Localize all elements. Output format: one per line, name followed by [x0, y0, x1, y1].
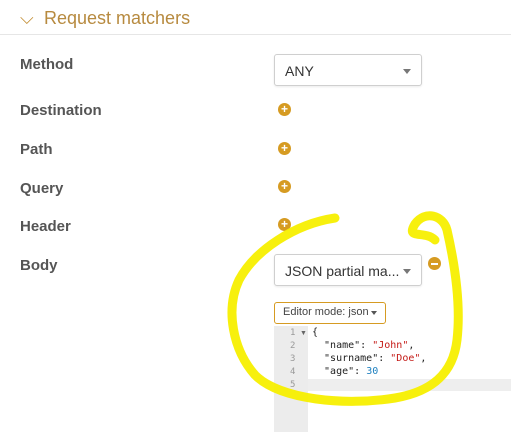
section-title[interactable]: Request matchers: [44, 8, 190, 29]
chevron-down-icon: [403, 269, 411, 274]
code-string: "Doe": [390, 353, 421, 364]
code-string: "John": [372, 340, 409, 351]
editor-horizontal-scrollbar[interactable]: [308, 379, 511, 391]
body-label: Body: [20, 257, 58, 274]
line-number: 3: [290, 354, 296, 364]
code-text: "name":: [312, 340, 373, 351]
destination-label: Destination: [20, 102, 102, 119]
chevron-down-icon[interactable]: ⌵: [20, 8, 34, 29]
code-text: "age":: [312, 366, 367, 377]
method-select-value: ANY: [285, 63, 314, 79]
body-matcher-value: JSON partial ma...: [285, 263, 400, 279]
body-matcher-select[interactable]: JSON partial ma...: [274, 254, 422, 286]
line-number: 4: [290, 367, 296, 377]
method-select[interactable]: ANY: [274, 54, 422, 86]
code-line[interactable]: "age": 30: [312, 366, 378, 377]
query-label: Query: [20, 180, 64, 197]
chevron-down-icon: [403, 69, 411, 74]
add-query-icon[interactable]: +: [278, 180, 291, 193]
header-label: Header: [20, 218, 71, 235]
code-line[interactable]: "surname": "Doe",: [312, 353, 426, 364]
code-line[interactable]: {: [312, 327, 318, 338]
add-destination-icon[interactable]: +: [278, 103, 291, 116]
path-label: Path: [20, 141, 53, 158]
line-number: 5: [290, 380, 296, 390]
code-text: ,: [420, 353, 427, 364]
add-header-icon[interactable]: +: [278, 218, 291, 231]
line-number: 1: [290, 328, 296, 338]
editor-mode-button[interactable]: Editor mode: json: [274, 302, 386, 324]
section-header[interactable]: ⌵ Request matchers: [0, 0, 511, 35]
chevron-down-icon: [371, 311, 377, 315]
code-text: {: [312, 327, 319, 338]
fold-toggle-icon[interactable]: ▼: [300, 330, 307, 337]
editor-mode-label: Editor mode: json: [283, 306, 369, 318]
add-path-icon[interactable]: +: [278, 142, 291, 155]
method-label: Method: [20, 56, 74, 73]
code-text: ,: [408, 340, 415, 351]
code-text: "surname":: [312, 353, 391, 364]
line-number: 2: [290, 341, 296, 351]
remove-body-icon[interactable]: [428, 257, 441, 270]
code-line[interactable]: "name": "John",: [312, 340, 414, 351]
code-number: 30: [366, 366, 379, 377]
